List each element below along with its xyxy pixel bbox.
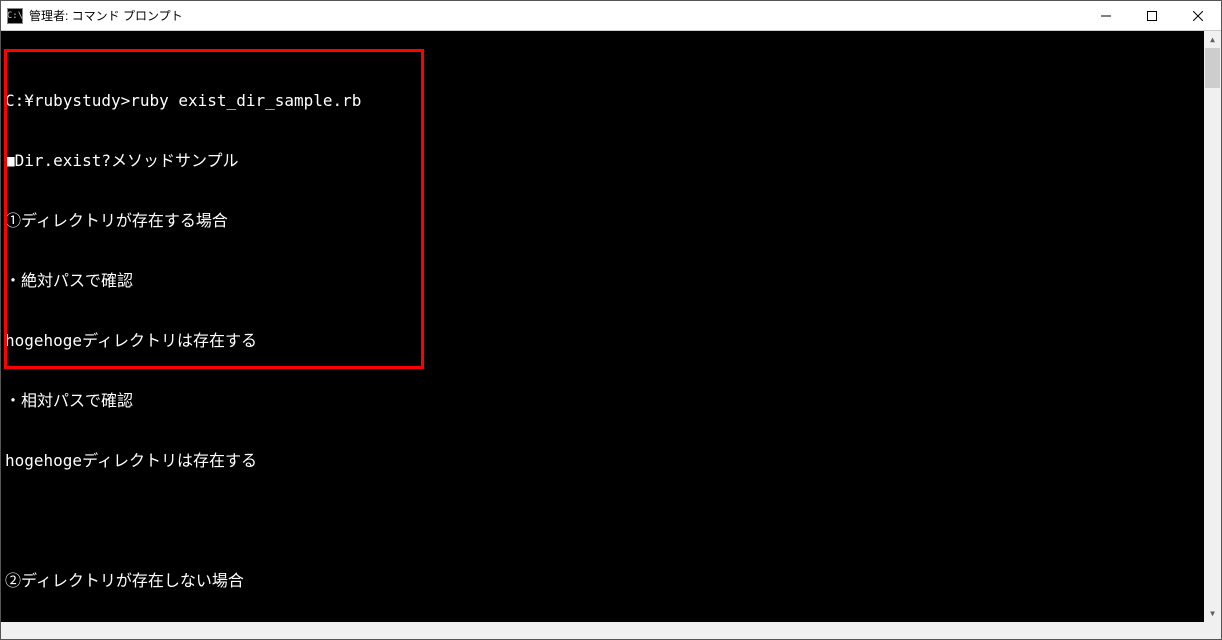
scrollbar-corner [1204, 622, 1221, 639]
maximize-button[interactable] [1129, 1, 1175, 30]
terminal-line: ②ディレクトリが存在しない場合 [1, 571, 1204, 591]
terminal-line: hogehogeディレクトリは存在する [1, 331, 1204, 351]
close-button[interactable] [1175, 1, 1221, 30]
terminal-area[interactable]: C:¥rubystudy>ruby exist_dir_sample.rb ■D… [1, 31, 1221, 639]
titlebar[interactable]: C:\ 管理者: コマンド プロンプト [1, 1, 1221, 31]
minimize-button[interactable] [1083, 1, 1129, 30]
scroll-down-arrow-icon[interactable]: ▼ [1204, 605, 1221, 622]
terminal-content: C:¥rubystudy>ruby exist_dir_sample.rb ■D… [1, 51, 1204, 622]
app-icon: C:\ [7, 8, 23, 24]
window-controls [1083, 1, 1221, 30]
terminal-line: ・相対パスで確認 [1, 391, 1204, 411]
terminal-line: ■Dir.exist?メソッドサンプル [1, 151, 1204, 171]
scroll-thumb[interactable] [1205, 48, 1220, 88]
terminal-line: C:¥rubystudy>ruby exist_dir_sample.rb [1, 91, 1204, 111]
terminal-line: hogehogeディレクトリは存在する [1, 451, 1204, 471]
terminal-line: ①ディレクトリが存在する場合 [1, 211, 1204, 231]
command-prompt-window: C:\ 管理者: コマンド プロンプト C:¥rubystudy>ruby ex… [0, 0, 1222, 640]
horizontal-scrollbar[interactable] [1, 622, 1204, 639]
scroll-up-arrow-icon[interactable]: ▲ [1204, 31, 1221, 48]
terminal-line [1, 511, 1204, 531]
terminal-line: ・絶対パスで確認 [1, 271, 1204, 291]
vertical-scrollbar[interactable]: ▲ ▼ [1204, 31, 1221, 622]
window-title: 管理者: コマンド プロンプト [29, 7, 1083, 24]
